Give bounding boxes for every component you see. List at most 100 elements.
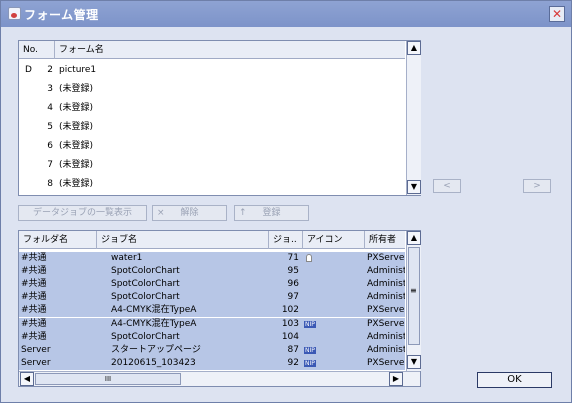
column-header-icon[interactable]: アイコン	[303, 231, 365, 249]
job-cell-job: SpotColorChart	[111, 331, 180, 342]
hscroll-thumb[interactable]: III	[35, 373, 181, 385]
scroll-down-icon[interactable]: ▼	[407, 355, 421, 369]
job-cell-num: 95	[287, 266, 299, 277]
job-cell-owner: Administ	[367, 266, 405, 277]
form-row-name: picture1	[59, 65, 97, 75]
register-button[interactable]: ↑ 登録	[234, 205, 309, 221]
job-cell-owner: Administ	[367, 292, 405, 303]
scroll-thumb[interactable]: ≡	[408, 247, 420, 345]
form-row-number: 6	[47, 141, 53, 151]
job-list-rows: #共通 water1 71 PXServer #共通 SpotColorChart 95 Ad…	[19, 252, 405, 371]
form-row[interactable]: 6 (未登録)	[19, 137, 405, 156]
form-row[interactable]: D 2 picture1	[19, 61, 405, 80]
form-management-window: フォーム管理 ✕ No. フォーム名 D 2 picture1 3 (未登録) 4 (未登録…	[0, 0, 572, 403]
show-data-jobs-button[interactable]: データジョブの一覧表示	[18, 205, 147, 221]
job-row[interactable]: #共通 SpotColorChart 104 Administ	[19, 330, 405, 344]
job-row[interactable]: #共通 SpotColorChart 97 Administ	[19, 291, 405, 305]
nip-badge-icon: NIP	[304, 320, 316, 328]
form-list-scrollbar[interactable]: ▲ ▼	[406, 41, 421, 195]
form-row-number: 5	[47, 122, 53, 132]
job-row[interactable]: #共通 water1 71 PXServer	[19, 252, 405, 265]
lock-icon	[306, 254, 312, 262]
form-row-name: (未登録)	[59, 179, 94, 189]
scroll-up-icon[interactable]: ▲	[407, 41, 421, 55]
job-cell-num: 87	[287, 344, 299, 355]
job-row[interactable]: Server スタートアップページ 87 Administ NIP	[19, 343, 405, 357]
job-cell-owner: PXServer	[367, 318, 405, 329]
form-row-number: 3	[47, 84, 53, 94]
nip-badge-icon: NIP	[304, 346, 316, 354]
job-cell-folder: Server	[21, 344, 51, 355]
job-cell-num: 96	[287, 279, 299, 290]
release-mark-icon: ×	[157, 208, 165, 218]
next-form-button[interactable]: >	[523, 179, 551, 193]
job-cell-folder: Server	[21, 357, 51, 368]
job-row[interactable]: #共通 A4-CMYK混在TypeA 103 PXServer NIP	[19, 317, 405, 331]
column-header-owner[interactable]: 所有者	[365, 231, 405, 249]
title-bar: フォーム管理 ✕	[1, 1, 571, 27]
close-button[interactable]: ✕	[549, 6, 565, 22]
job-row[interactable]: #共通 A4-CMYK混在TypeA 102 PXServer	[19, 304, 405, 318]
job-cell-job: SpotColorChart	[111, 279, 180, 290]
form-row-name: (未登録)	[59, 103, 94, 113]
form-row-number: 4	[47, 103, 53, 113]
job-list-header: フォルダ名 ジョブ名 ジョ.. アイコン 所有者	[19, 231, 405, 249]
job-cell-job: SpotColorChart	[111, 266, 180, 277]
job-list-panel[interactable]: フォルダ名 ジョブ名 ジョ.. アイコン 所有者 #共通 water1 71 PXSe…	[18, 230, 421, 387]
form-row-name: (未登録)	[59, 84, 94, 94]
job-cell-folder: #共通	[21, 331, 47, 342]
form-row-number: 2	[47, 65, 53, 75]
form-list-header: No. フォーム名	[19, 41, 405, 59]
job-row[interactable]: #共通 SpotColorChart 96 Administ	[19, 278, 405, 292]
job-cell-num: 104	[281, 331, 299, 342]
release-button[interactable]: × 解除	[152, 205, 227, 221]
form-row-number: 8	[47, 179, 53, 189]
form-row[interactable]: 5 (未登録)	[19, 118, 405, 137]
job-cell-folder: #共通	[21, 253, 47, 263]
scroll-right-icon[interactable]: ▶	[389, 372, 403, 386]
job-cell-owner: PXServer	[367, 357, 405, 368]
job-cell-job: water1	[111, 253, 143, 263]
job-cell-folder: #共通	[21, 318, 47, 329]
job-cell-folder: #共通	[21, 266, 47, 277]
job-cell-owner: PXServer	[367, 305, 405, 316]
scroll-down-icon[interactable]: ▼	[407, 180, 421, 194]
job-cell-num: 71	[287, 253, 299, 263]
scroll-left-icon[interactable]: ◀	[20, 372, 34, 386]
release-button-label: 解除	[180, 208, 199, 218]
job-row[interactable]: #共通 SpotColorChart 95 Administ	[19, 265, 405, 279]
job-cell-num: 102	[281, 305, 299, 316]
job-row[interactable]: Server 20120615_103423 92 PXServer NIP	[19, 356, 405, 370]
nip-badge-icon: NIP	[304, 359, 316, 367]
prev-form-button[interactable]: <	[433, 179, 461, 193]
form-row[interactable]: 4 (未登録)	[19, 99, 405, 118]
form-row-number: 7	[47, 160, 53, 170]
job-cell-job: SpotColorChart	[111, 292, 180, 303]
form-list-panel[interactable]: No. フォーム名 D 2 picture1 3 (未登録) 4 (未登録) 5 (未登録) 6 (…	[18, 40, 421, 196]
column-header-job-name[interactable]: ジョブ名	[97, 231, 269, 249]
form-row-flag: D	[25, 65, 32, 75]
grip-icon: ≡	[410, 286, 417, 295]
column-header-no[interactable]: No.	[19, 41, 55, 59]
register-button-label: 登録	[262, 208, 281, 218]
job-cell-owner: PXServer	[367, 253, 405, 263]
job-cell-job: A4-CMYK混在TypeA	[111, 305, 197, 316]
window-title: フォーム管理	[24, 8, 99, 22]
app-icon	[8, 7, 21, 20]
job-list-vscrollbar[interactable]: ▲ ≡ ▼	[406, 231, 421, 371]
scroll-up-icon[interactable]: ▲	[407, 231, 421, 245]
job-cell-job: 20120615_103423	[111, 357, 196, 368]
job-list-hscrollbar[interactable]: ◀ III ▶	[19, 371, 420, 386]
form-row[interactable]: 3 (未登録)	[19, 80, 405, 99]
form-row-name: (未登録)	[59, 122, 94, 132]
form-row[interactable]: 7 (未登録)	[19, 156, 405, 175]
column-header-form-name[interactable]: フォーム名	[55, 41, 405, 59]
job-cell-job: スタートアップページ	[111, 344, 201, 355]
column-header-folder[interactable]: フォルダ名	[19, 231, 97, 249]
job-cell-num: 97	[287, 292, 299, 303]
column-header-job-number[interactable]: ジョ..	[269, 231, 303, 249]
form-row[interactable]: 8 (未登録)	[19, 175, 405, 194]
job-cell-folder: #共通	[21, 279, 47, 290]
ok-button[interactable]: OK	[477, 372, 552, 388]
job-cell-folder: #共通	[21, 305, 47, 316]
